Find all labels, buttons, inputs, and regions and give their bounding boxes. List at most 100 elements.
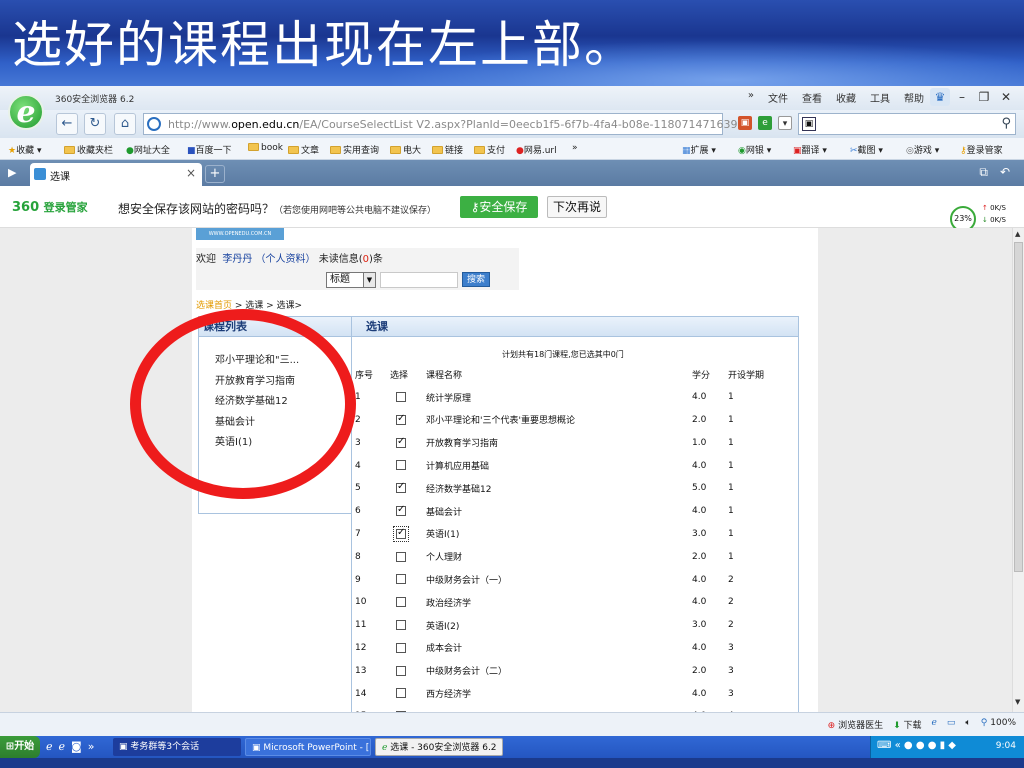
fav-nav[interactable]: ●网址大全 xyxy=(126,143,170,156)
breadcrumb-step[interactable]: > 选课 xyxy=(232,301,263,311)
monitor-icon[interactable]: ▭ xyxy=(947,718,956,731)
folder-icon xyxy=(474,146,485,154)
ie-quick-icon[interactable]: ℯ xyxy=(59,740,66,753)
undo-close-icon[interactable]: ↶ xyxy=(1000,165,1010,180)
menu-help[interactable]: 帮助 xyxy=(904,90,924,105)
fav-articles[interactable]: 文章 xyxy=(288,143,319,156)
task-chat[interactable]: ▣ 考务群等3个会话 xyxy=(113,738,241,756)
vertical-scrollbar[interactable]: ▲ ▼ xyxy=(1012,228,1024,712)
desktop-quick-icon[interactable]: ◙ xyxy=(71,740,82,753)
safe-save-button[interactable]: ⚷安全保存 xyxy=(460,196,538,218)
scrollbar-thumb[interactable] xyxy=(1014,242,1023,572)
tool-screenshot[interactable]: ✂截图 ▾ xyxy=(850,143,883,156)
tool-login-manager[interactable]: ⚷登录管家 xyxy=(960,143,1003,156)
course-checkbox[interactable] xyxy=(396,481,406,494)
scroll-up-icon[interactable]: ▲ xyxy=(1015,230,1020,238)
selected-course-item[interactable]: 邓小平理论和"三... xyxy=(215,351,351,372)
course-checkbox[interactable] xyxy=(396,436,406,448)
course-term: 2 xyxy=(728,620,734,631)
tool-banking[interactable]: ◉网银 ▾ xyxy=(738,143,771,156)
menu-bar: » 文件 查看 收藏 工具 帮助 xyxy=(748,90,924,105)
close-window-button[interactable]: ✕ xyxy=(996,88,1016,106)
user-name[interactable]: 李丹丹 xyxy=(222,254,252,265)
search-engine-icon[interactable]: ▣ xyxy=(802,117,816,131)
course-checkbox[interactable] xyxy=(396,688,406,699)
row-number: 10 xyxy=(355,597,367,608)
address-bar[interactable]: http://www.open.edu.cn/EA/CourseSelectLi… xyxy=(143,113,738,135)
menu-favorites[interactable]: 收藏 xyxy=(836,90,856,105)
refresh-button[interactable]: ↻ xyxy=(84,113,106,135)
sidebar-toggle-icon[interactable]: ▶ xyxy=(8,166,16,179)
course-checkbox[interactable] xyxy=(396,574,406,585)
start-button[interactable]: ⊞开始 xyxy=(0,736,40,758)
course-checkbox[interactable] xyxy=(396,460,406,471)
fav-collect[interactable]: ★收藏 ▾ xyxy=(8,143,41,156)
course-checkbox[interactable] xyxy=(396,551,406,562)
menu-more[interactable]: » xyxy=(748,90,754,105)
new-tab-button[interactable]: + xyxy=(205,165,225,183)
menu-tools[interactable]: 工具 xyxy=(870,90,890,105)
minimize-button[interactable]: – xyxy=(952,88,972,106)
browser-quick-icon[interactable]: ℯ xyxy=(46,740,53,753)
course-checkbox[interactable] xyxy=(393,525,409,542)
course-name: 个人理财 xyxy=(426,553,463,564)
fav-folder-bar[interactable]: 收藏夹栏 xyxy=(64,143,113,156)
restore-button[interactable]: ❐ xyxy=(974,88,994,106)
menu-file[interactable]: 文件 xyxy=(768,90,788,105)
course-checkbox[interactable] xyxy=(396,413,406,425)
skin-icon[interactable]: ♛ xyxy=(930,88,950,106)
tab-course-selection[interactable]: 选课 × xyxy=(30,163,202,186)
search-button[interactable]: 搜索 xyxy=(462,272,490,287)
ie-icon[interactable]: ℯ xyxy=(932,718,937,731)
download-status[interactable]: ⬇ 下载 xyxy=(893,718,921,731)
course-term: 1 xyxy=(728,506,734,517)
browser-doctor[interactable]: ⊕ 浏览器医生 xyxy=(828,718,883,731)
selected-course-item[interactable]: 英语Ⅰ(1) xyxy=(215,433,351,454)
course-checkbox[interactable] xyxy=(396,504,406,516)
task-powerpoint[interactable]: ▣ Microsoft PowerPoint - [... xyxy=(245,738,371,756)
fav-more[interactable]: » xyxy=(572,143,578,153)
toolbox-icon[interactable]: ▣ xyxy=(738,116,752,130)
quick-more-icon[interactable]: » xyxy=(88,740,95,753)
tool-games[interactable]: ◎游戏 ▾ xyxy=(906,143,939,156)
fav-netease[interactable]: ●网易.url xyxy=(516,143,557,156)
course-checkbox[interactable] xyxy=(396,665,406,676)
close-tab-icon[interactable]: × xyxy=(186,166,196,180)
course-checkbox[interactable] xyxy=(396,597,406,608)
search-input[interactable] xyxy=(380,272,458,288)
course-checkbox[interactable] xyxy=(396,642,406,653)
search-box[interactable]: ▣ ⚲ xyxy=(798,113,1016,135)
restore-tab-icon[interactable]: ⧉ xyxy=(979,165,988,180)
fav-tvu[interactable]: 电大 xyxy=(390,143,421,156)
menu-view[interactable]: 查看 xyxy=(802,90,822,105)
fav-pay[interactable]: 支付 xyxy=(474,143,505,156)
fav-links[interactable]: 链接 xyxy=(432,143,463,156)
back-button[interactable]: ← xyxy=(56,113,78,135)
browser-mode-icon[interactable]: e xyxy=(758,116,772,130)
upload-icon: ↑ xyxy=(982,204,988,212)
fav-query[interactable]: 实用查询 xyxy=(330,143,379,156)
fav-book[interactable]: book xyxy=(248,143,283,153)
tool-extensions[interactable]: ▦扩展 ▾ xyxy=(682,143,716,156)
tool-translate[interactable]: ▣翻译 ▾ xyxy=(793,143,827,156)
home-button[interactable]: ⌂ xyxy=(114,113,136,135)
course-checkbox[interactable] xyxy=(396,619,406,630)
tray-icons[interactable]: ⌨ « ● ● ● ▮ ◆ xyxy=(877,740,956,751)
zoom-level[interactable]: ⚲ 100% xyxy=(981,718,1016,731)
fav-baidu[interactable]: ■百度一下 xyxy=(187,143,232,156)
search-field-select[interactable]: 标题 ▼ xyxy=(326,272,376,288)
later-button[interactable]: 下次再说 xyxy=(547,196,607,218)
search-icon[interactable]: ⚲ xyxy=(1001,116,1011,131)
task-browser[interactable]: ℯ 选课 - 360安全浏览器 6.2 xyxy=(375,738,503,756)
speaker-icon[interactable]: 🔈︎ xyxy=(965,718,970,731)
shield-icon: ◉ xyxy=(738,146,746,156)
selected-course-item[interactable]: 经济数学基础12 xyxy=(215,392,351,413)
dropdown-icon[interactable]: ▾ xyxy=(778,116,792,130)
selected-course-item[interactable]: 开放教育学习指南 xyxy=(215,372,351,393)
profile-link[interactable]: （个人资料） xyxy=(256,254,316,265)
selected-course-item[interactable]: 基础会计 xyxy=(215,413,351,434)
breadcrumb-home[interactable]: 选课首页 xyxy=(196,301,232,311)
scroll-down-icon[interactable]: ▼ xyxy=(1015,698,1020,706)
course-checkbox[interactable] xyxy=(396,391,406,402)
clock[interactable]: 9:04 xyxy=(996,741,1016,751)
